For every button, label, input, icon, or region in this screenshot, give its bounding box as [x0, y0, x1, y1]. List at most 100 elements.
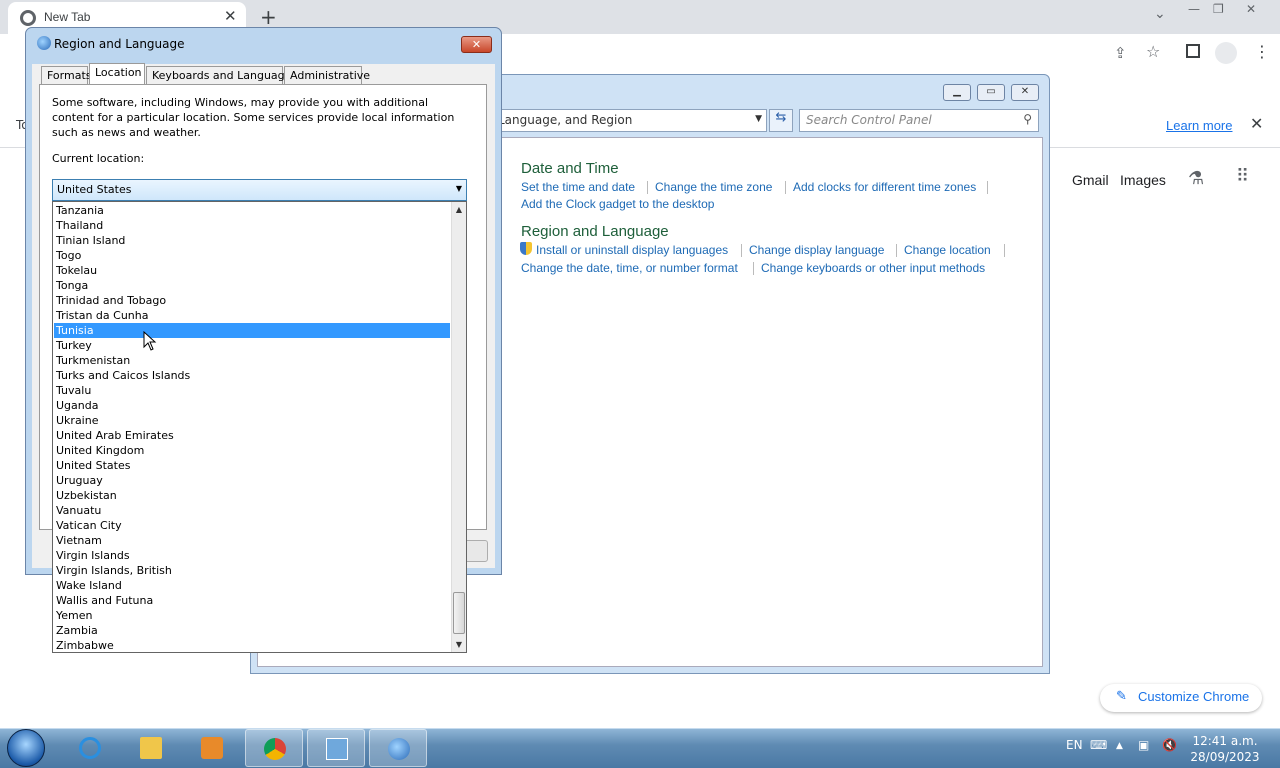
network-icon[interactable]: ▣: [1138, 738, 1149, 752]
close-window-icon[interactable]: ✕: [1246, 2, 1256, 16]
gmail-link[interactable]: Gmail: [1072, 172, 1109, 188]
location-option[interactable]: Turkmenistan: [54, 353, 450, 368]
dropdown-scrollbar[interactable]: ▲ ▼: [451, 202, 466, 652]
search-icon[interactable]: ⚲: [1023, 112, 1032, 126]
cp-address-bar[interactable]: Language, and Region ▼: [491, 109, 767, 132]
cp-close-button[interactable]: ✕: [1011, 84, 1039, 101]
location-option[interactable]: Uganda: [54, 398, 450, 413]
tab-formats[interactable]: Formats: [41, 66, 92, 85]
taskbar-explorer[interactable]: [122, 729, 180, 767]
change-keyboards-link[interactable]: Change keyboards or other input methods: [761, 261, 985, 275]
location-option[interactable]: Turkey: [54, 338, 450, 353]
location-option[interactable]: Turks and Caicos Islands: [54, 368, 450, 383]
pencil-icon: ✎: [1116, 688, 1127, 703]
cp-minimize-button[interactable]: ▁: [943, 84, 971, 101]
dialog-title: Region and Language: [54, 37, 185, 51]
tab-administrative[interactable]: Administrative: [284, 66, 370, 85]
close-tab-icon[interactable]: ✕: [224, 7, 237, 25]
clock-gadget-link[interactable]: Add the Clock gadget to the desktop: [521, 197, 714, 211]
minimize-icon[interactable]: —: [1188, 2, 1200, 16]
location-option[interactable]: United States: [54, 458, 450, 473]
location-option[interactable]: Uzbekistan: [54, 488, 450, 503]
install-languages-link[interactable]: Install or uninstall display languages: [536, 243, 728, 257]
location-option[interactable]: Vanuatu: [54, 503, 450, 518]
location-option[interactable]: United Arab Emirates: [54, 428, 450, 443]
chevron-down-icon[interactable]: ▼: [456, 184, 462, 193]
taskbar-ie[interactable]: [61, 729, 119, 767]
chrome-icon: [20, 10, 36, 26]
change-time-zone-link[interactable]: Change the time zone: [655, 180, 772, 194]
location-option[interactable]: Zambia: [54, 623, 450, 638]
scroll-up-icon[interactable]: ▲: [452, 202, 466, 217]
start-button[interactable]: [7, 729, 45, 767]
scroll-down-icon[interactable]: ▼: [452, 637, 466, 652]
apps-grid-icon[interactable]: ⠿: [1236, 166, 1249, 187]
show-hidden-icons-icon[interactable]: ▲: [1116, 741, 1123, 751]
location-option[interactable]: Trinidad and Tobago: [54, 293, 450, 308]
cp-maximize-button[interactable]: ▭: [977, 84, 1005, 101]
location-option[interactable]: Tokelau: [54, 263, 450, 278]
location-option[interactable]: Ukraine: [54, 413, 450, 428]
keyboard-icon[interactable]: ⌨: [1090, 738, 1107, 752]
taskbar-clock[interactable]: 12:41 a.m. 28/09/2023: [1190, 733, 1260, 765]
refresh-icon[interactable]: ⇆: [769, 109, 793, 132]
region-language-heading[interactable]: Region and Language: [521, 223, 669, 240]
profile-avatar-icon[interactable]: [1215, 42, 1237, 64]
location-option[interactable]: Zimbabwe: [54, 638, 450, 653]
shield-icon: [520, 242, 532, 255]
current-location-select[interactable]: United States ▼: [52, 179, 467, 201]
location-option[interactable]: Tonga: [54, 278, 450, 293]
scroll-thumb[interactable]: [453, 592, 465, 634]
location-option[interactable]: Vietnam: [54, 533, 450, 548]
location-option[interactable]: Tinian Island: [54, 233, 450, 248]
location-option[interactable]: Wallis and Futuna: [54, 593, 450, 608]
taskbar-chrome[interactable]: [245, 729, 303, 767]
location-option[interactable]: Togo: [54, 248, 450, 263]
taskbar-media-player[interactable]: [183, 729, 241, 767]
learn-more-link[interactable]: Learn more: [1166, 118, 1232, 133]
add-clocks-link[interactable]: Add clocks for different time zones: [793, 180, 976, 194]
customize-chrome-button[interactable]: ✎ Customize Chrome: [1100, 684, 1262, 712]
chevron-down-icon[interactable]: ▼: [755, 114, 762, 124]
taskbar-control-panel[interactable]: [307, 729, 365, 767]
new-tab-icon[interactable]: +: [260, 5, 277, 29]
location-option[interactable]: Wake Island: [54, 578, 450, 593]
location-option[interactable]: Vatican City: [54, 518, 450, 533]
control-panel-icon: [326, 738, 348, 760]
cp-search-input[interactable]: Search Control Panel ⚲: [799, 109, 1039, 132]
taskbar-region-language[interactable]: [369, 729, 427, 767]
bookmark-star-icon[interactable]: ☆: [1146, 42, 1160, 61]
cp-search-placeholder: Search Control Panel: [806, 113, 932, 127]
location-option[interactable]: Virgin Islands: [54, 548, 450, 563]
location-option[interactable]: Virgin Islands, British: [54, 563, 450, 578]
tab-search-icon[interactable]: ⌄: [1154, 6, 1166, 22]
location-option[interactable]: Tuvalu: [54, 383, 450, 398]
tab-title: New Tab: [44, 10, 91, 24]
set-time-link[interactable]: Set the time and date: [521, 180, 635, 194]
dialog-close-button[interactable]: ✕: [461, 36, 492, 53]
location-option[interactable]: Thailand: [54, 218, 450, 233]
chrome-menu-icon[interactable]: ⋮: [1254, 42, 1270, 61]
restore-icon[interactable]: ❐: [1213, 2, 1224, 16]
labs-flask-icon[interactable]: ⚗: [1188, 168, 1204, 189]
infobar-close-icon[interactable]: ✕: [1250, 114, 1263, 133]
share-icon[interactable]: ⇪: [1114, 44, 1127, 62]
tab-location[interactable]: Location: [89, 63, 145, 86]
location-option[interactable]: Tunisia: [54, 323, 450, 338]
location-option[interactable]: Uruguay: [54, 473, 450, 488]
location-dropdown-list: Tanzania Thailand Tinian Island Togo Tokelau…: [52, 201, 467, 653]
change-display-language-link[interactable]: Change display language: [749, 243, 884, 257]
date-time-heading[interactable]: Date and Time: [521, 160, 619, 177]
location-option[interactable]: United Kingdom: [54, 443, 450, 458]
change-location-link[interactable]: Change location: [904, 243, 991, 257]
images-link[interactable]: Images: [1120, 172, 1166, 188]
change-format-link[interactable]: Change the date, time, or number format: [521, 261, 738, 275]
location-description: Some software, including Windows, may pr…: [52, 96, 455, 139]
side-panel-icon[interactable]: [1186, 44, 1200, 58]
language-indicator[interactable]: EN: [1066, 738, 1083, 752]
volume-muted-icon[interactable]: 🔇: [1162, 738, 1177, 752]
tab-keyboards-languages[interactable]: Keyboards and Languages: [146, 66, 297, 85]
location-option[interactable]: Tristan da Cunha: [54, 308, 450, 323]
location-option[interactable]: Tanzania: [54, 203, 450, 218]
location-option[interactable]: Yemen: [54, 608, 450, 623]
